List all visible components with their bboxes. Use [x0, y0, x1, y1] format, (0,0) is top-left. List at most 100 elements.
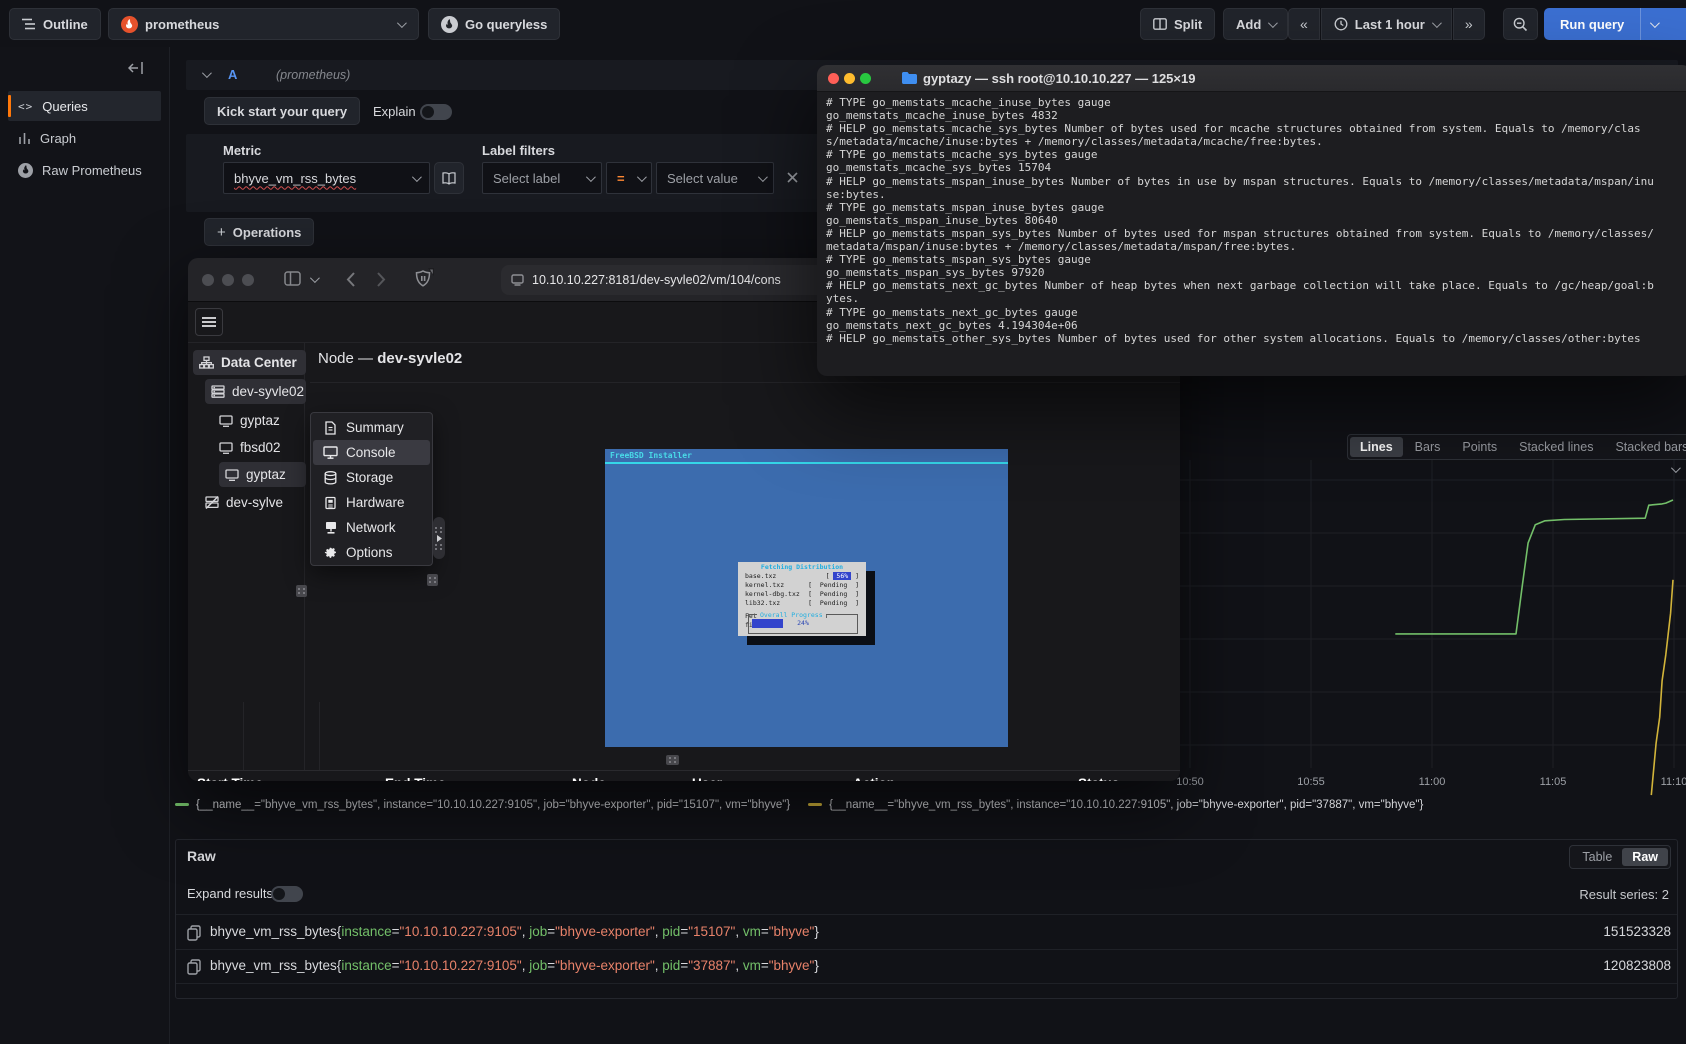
network-icon	[323, 521, 338, 534]
resize-handle[interactable]	[296, 585, 307, 597]
metrics-explorer-button[interactable]	[434, 162, 464, 194]
tree-item-fbsd02[interactable]: fbsd02	[219, 435, 300, 460]
toggle-table[interactable]: Table	[1572, 848, 1622, 866]
operations-label: Operations	[233, 225, 302, 240]
copy-icon[interactable]	[187, 925, 201, 946]
expand-results-label: Expand results	[187, 886, 273, 901]
run-query-button[interactable]: Run query	[1544, 8, 1686, 40]
resize-handle[interactable]	[666, 755, 679, 765]
sidebar-toggle-icon[interactable]	[284, 271, 304, 288]
legend-entry[interactable]: {__name__="bhyve_vm_rss_bytes", instance…	[808, 799, 1423, 811]
raw-expression[interactable]: bhyve_vm_rss_bytes{instance="10.10.10.22…	[210, 924, 819, 939]
table-raw-toggle: TableRaw	[1569, 845, 1671, 869]
x-tick-label: 11:00	[1419, 776, 1446, 788]
sidebar-item-queries[interactable]: <> Queries	[8, 91, 161, 121]
terminal-title: gyptazy — ssh root@10.10.10.227 — 125×19	[923, 71, 1195, 86]
fetch-dialog: Fetching Distribution base.txz[ 56% ]ker…	[738, 562, 866, 636]
raw-expression[interactable]: bhyve_vm_rss_bytes{instance="10.10.10.22…	[210, 958, 819, 973]
metric-label: Metric	[223, 143, 261, 158]
minimize-icon[interactable]	[222, 274, 234, 286]
shield-icon[interactable]	[414, 268, 436, 292]
time-back-button[interactable]: «	[1288, 8, 1320, 40]
datasource-picker[interactable]: prometheus	[108, 8, 419, 40]
outline-button[interactable]: Outline	[9, 8, 101, 40]
chart-legend[interactable]: {__name__="bhyve_vm_rss_bytes", instance…	[175, 794, 1686, 816]
operator-dropdown[interactable]: =	[606, 162, 652, 194]
label-filters-label: Label filters	[482, 143, 555, 158]
datasource-label: prometheus	[145, 17, 219, 32]
vm-console-screen[interactable]: FreeBSD Installer Fetching Distribution …	[605, 449, 1008, 747]
terminal-output[interactable]: # TYPE go_memstats_mcache_inuse_bytes ga…	[826, 96, 1654, 345]
options-icon	[323, 546, 338, 560]
menu-item-console[interactable]: Console	[313, 440, 430, 465]
time-range-button[interactable]: Last 1 hour	[1321, 8, 1452, 40]
chevron-down-icon	[1650, 18, 1660, 28]
split-button[interactable]: Split	[1140, 8, 1215, 40]
operations-button[interactable]: + Operations	[204, 218, 314, 246]
summary-icon	[323, 421, 338, 435]
toggle-raw[interactable]: Raw	[1622, 848, 1668, 866]
freebsd-installer-title: FreeBSD Installer	[610, 451, 692, 460]
tree-item-dev-sylve[interactable]: dev-sylve	[205, 490, 300, 515]
back-forward-icons[interactable]	[344, 271, 390, 288]
splitter-handle[interactable]	[433, 517, 445, 559]
resize-handle[interactable]	[427, 574, 438, 586]
maximize-icon[interactable]	[242, 274, 254, 286]
expand-results-toggle[interactable]	[271, 886, 303, 902]
metric-select[interactable]: bhyve_vm_rss_bytes	[223, 162, 430, 194]
graph-tab-stacked-lines[interactable]: Stacked lines	[1509, 437, 1603, 457]
zoom-out-button[interactable]	[1503, 8, 1538, 40]
menu-item-network[interactable]: Network	[313, 515, 430, 540]
collapse-sidebar-icon[interactable]	[128, 61, 144, 75]
terminal-titlebar[interactable]: gyptazy — ssh root@10.10.10.227 — 125×19	[817, 65, 1686, 92]
tree-item-data-center[interactable]: Data Center	[193, 350, 306, 375]
graph-tab-lines[interactable]: Lines	[1350, 437, 1403, 457]
tree-item-gyptaz[interactable]: gyptaz	[219, 408, 300, 433]
add-button[interactable]: Add	[1223, 8, 1288, 40]
copy-icon[interactable]	[187, 959, 201, 980]
chevron-down-icon	[1268, 18, 1278, 28]
kick-start-label: Kick start your query	[217, 104, 347, 119]
maximize-icon[interactable]	[860, 73, 871, 84]
sidebar-item-raw-prometheus[interactable]: Raw Prometheus	[8, 155, 161, 185]
remove-filter-icon[interactable]	[786, 171, 799, 184]
x-tick-label: 11:10	[1661, 776, 1686, 788]
chevron-down-icon	[637, 172, 647, 182]
menu-item-summary[interactable]: Summary	[313, 415, 430, 440]
explain-toggle[interactable]	[420, 104, 452, 120]
tree-item-dev-syvle02[interactable]: dev-syvle02	[205, 379, 306, 404]
tree-item-gyptaz[interactable]: gyptaz	[219, 462, 306, 487]
graph-tab-bars[interactable]: Bars	[1405, 437, 1451, 457]
prometheus-gray-icon	[441, 16, 458, 33]
select-value-dropdown[interactable]: Select value	[656, 162, 774, 194]
graph-tab-points[interactable]: Points	[1452, 437, 1507, 457]
kick-start-button[interactable]: Kick start your query	[204, 97, 360, 125]
close-icon[interactable]	[202, 274, 214, 286]
chevron-down-icon[interactable]	[310, 273, 320, 283]
fetch-file-row: kernel-dbg.txz[ Pending ]	[738, 590, 866, 599]
server-off-icon	[205, 496, 219, 509]
menu-item-storage[interactable]: Storage	[313, 465, 430, 490]
legend-entry[interactable]: {__name__="bhyve_vm_rss_bytes", instance…	[175, 799, 790, 811]
sidebar-item-label: Queries	[42, 99, 88, 114]
go-queryless-button[interactable]: Go queryless	[428, 8, 560, 40]
sidebar-item-graph[interactable]: Graph	[8, 123, 161, 153]
minimize-icon[interactable]	[844, 73, 855, 84]
select-label-placeholder: Select label	[493, 171, 560, 186]
select-label-dropdown[interactable]: Select label	[482, 162, 602, 194]
query-datasource-hint: (prometheus)	[276, 68, 350, 82]
timeseries-chart[interactable]	[1180, 455, 1686, 800]
close-icon[interactable]	[828, 73, 839, 84]
menu-item-hardware[interactable]: Hardware	[313, 490, 430, 515]
menu-item-options[interactable]: Options	[313, 540, 430, 565]
zoom-out-icon	[1513, 17, 1528, 32]
overall-progress-label: Overall Progress	[757, 611, 826, 619]
terminal-window[interactable]: gyptazy — ssh root@10.10.10.227 — 125×19…	[817, 65, 1686, 376]
time-forward-button[interactable]: »	[1453, 8, 1485, 40]
run-query-label: Run query	[1544, 17, 1640, 32]
graph-tab-stacked-bars[interactable]: Stacked bars	[1605, 437, 1686, 457]
fetch-file-row: base.txz[ 56% ]	[738, 572, 866, 581]
fetch-file-row: lib32.txz[ Pending ]	[738, 599, 866, 608]
graph-style-tabs: LinesBarsPointsStacked linesStacked bars	[1347, 434, 1686, 460]
hamburger-menu-button[interactable]	[195, 308, 223, 336]
